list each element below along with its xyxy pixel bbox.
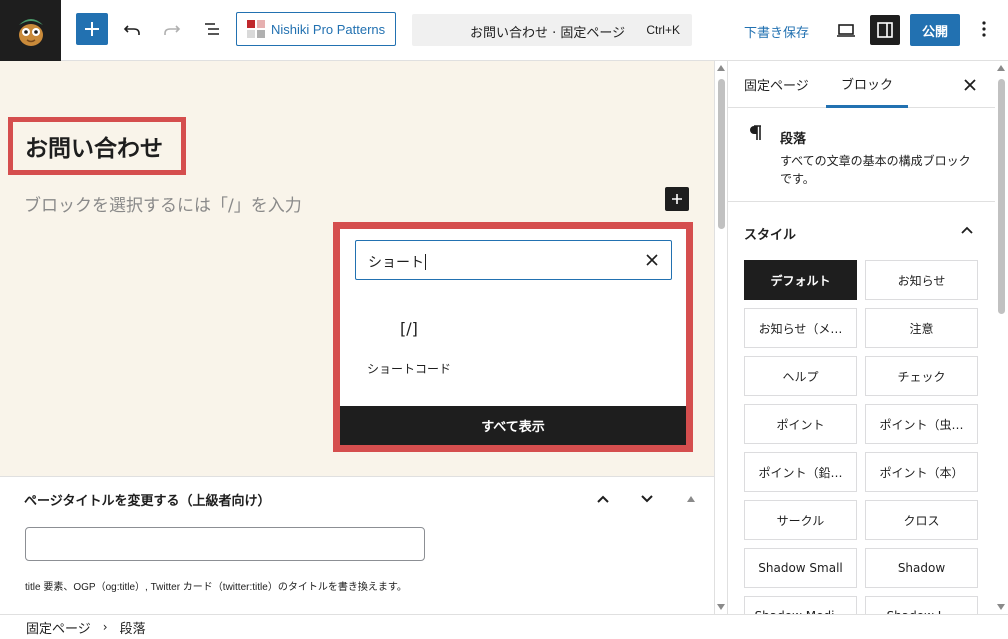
style-option[interactable]: サークル	[744, 500, 857, 540]
style-option[interactable]: ポイント（虫…	[865, 404, 978, 444]
sidebar-scrollbar[interactable]	[995, 61, 1008, 614]
scroll-up-arrow-icon[interactable]	[717, 65, 725, 71]
style-option[interactable]: ポイント	[744, 404, 857, 444]
patterns-logo-icon	[247, 20, 265, 38]
breadcrumb-separator-icon: ›	[102, 620, 108, 634]
style-option[interactable]: Shadow Medi…	[744, 596, 857, 614]
chevron-up-icon	[961, 226, 973, 234]
settings-sidebar: 固定ページ ブロック 段落 すべての文章の基本の構成ブロックです。 スタイル デ…	[727, 61, 995, 614]
plus-icon	[672, 194, 682, 204]
canvas-scrollbar[interactable]	[714, 61, 727, 614]
style-option[interactable]: Shadow L…	[865, 596, 978, 614]
site-logo[interactable]	[0, 0, 61, 61]
style-option[interactable]: ポイント（本）	[865, 452, 978, 492]
canvas-scrollbar-thumb[interactable]	[718, 79, 725, 229]
style-option[interactable]: ポイント（鉛…	[744, 452, 857, 492]
style-option[interactable]: ヘルプ	[744, 356, 857, 396]
redo-icon	[164, 25, 181, 35]
plus-icon	[85, 22, 99, 36]
paragraph-placeholder[interactable]: ブロックを選択するには「/」を入力	[24, 191, 302, 216]
patterns-button[interactable]: Nishiki Pro Patterns	[236, 12, 396, 46]
move-up-button[interactable]	[591, 487, 615, 511]
options-menu-button[interactable]	[970, 15, 998, 43]
editor-canvas[interactable]: お問い合わせ ブロックを選択するには「/」を入力 ショート [/] ショートコー…	[0, 61, 714, 476]
undo-button[interactable]	[118, 15, 146, 43]
patterns-button-label: Nishiki Pro Patterns	[271, 21, 386, 37]
paragraph-icon	[750, 125, 761, 140]
block-description: すべての文章の基本の構成ブロックです。	[780, 154, 971, 186]
scroll-down-arrow-icon[interactable]	[717, 604, 725, 610]
post-title[interactable]: お問い合わせ	[25, 129, 163, 163]
style-option[interactable]: Shadow Small	[744, 548, 857, 588]
metabox-title: ページタイトルを変更する（上級者向け）	[24, 494, 271, 509]
move-down-button[interactable]	[635, 487, 659, 511]
shortcode-icon: [/]	[400, 319, 418, 338]
style-option[interactable]: Shadow	[865, 548, 978, 588]
command-palette-button[interactable]: お問い合わせ · 固定ページ Ctrl+K	[412, 14, 692, 46]
block-result-shortcode[interactable]: [/] ショートコード	[355, 309, 465, 379]
chevron-up-icon	[597, 495, 609, 503]
style-option[interactable]: デフォルト	[744, 260, 857, 300]
block-result-label: ショートコード	[367, 362, 452, 376]
close-icon	[646, 254, 658, 266]
style-option[interactable]: お知らせ	[865, 260, 978, 300]
keyboard-shortcut-label: Ctrl+K	[646, 23, 680, 37]
triangle-up-icon	[687, 496, 695, 502]
block-breadcrumb: 固定ページ › 段落	[0, 614, 1008, 639]
publish-button[interactable]: 公開	[910, 14, 960, 46]
style-option[interactable]: クロス	[865, 500, 978, 540]
style-option[interactable]: 注意	[865, 308, 978, 348]
metabox-description: title 要素、OGP（og:title）, Twitter カード（twit…	[25, 582, 407, 593]
desktop-icon	[837, 24, 855, 37]
list-view-icon	[205, 23, 219, 35]
browse-all-button[interactable]: すべて表示	[340, 406, 686, 445]
tab-page[interactable]: 固定ページ	[744, 61, 809, 108]
chevron-down-icon	[641, 495, 653, 503]
redo-button[interactable]	[158, 15, 186, 43]
preview-button[interactable]	[832, 16, 860, 44]
page-title-metabox: ページタイトルを変更する（上級者向け） title 要素、OGP（og:titl…	[0, 476, 714, 614]
breadcrumb-item-page[interactable]: 固定ページ	[26, 618, 91, 637]
clear-search-button[interactable]	[643, 251, 661, 269]
breadcrumb-item-paragraph: 段落	[119, 621, 146, 637]
inline-block-inserter-button[interactable]	[665, 187, 689, 211]
close-sidebar-button[interactable]	[960, 75, 980, 95]
custom-title-input[interactable]	[25, 527, 425, 561]
vertical-ellipsis-icon	[982, 21, 986, 37]
styles-panel-toggle[interactable]	[957, 221, 977, 241]
styles-panel-title[interactable]: スタイル	[744, 224, 796, 243]
document-title-label: お問い合わせ · 固定ページ	[470, 26, 626, 41]
post-title-highlight[interactable]: お問い合わせ	[8, 117, 186, 175]
undo-icon	[123, 25, 140, 35]
scroll-down-arrow-icon[interactable]	[997, 604, 1005, 610]
sidebar-tabs: 固定ページ ブロック	[728, 61, 995, 108]
text-caret	[425, 254, 426, 270]
block-inserter-toggle-button[interactable]	[76, 13, 108, 45]
editor-top-toolbar: Nishiki Pro Patterns お問い合わせ · 固定ページ Ctrl…	[0, 0, 1008, 61]
document-overview-button[interactable]	[198, 15, 226, 43]
quick-inserter-popover: ショート [/] ショートコード すべて表示	[333, 222, 693, 452]
block-card: 段落 すべての文章の基本の構成ブロックです。	[728, 108, 995, 202]
close-icon	[964, 79, 976, 91]
save-draft-button[interactable]: 下書き保存	[744, 22, 809, 41]
settings-sidebar-toggle-button[interactable]	[870, 15, 900, 45]
style-option[interactable]: チェック	[865, 356, 978, 396]
scroll-up-arrow-icon[interactable]	[997, 65, 1005, 71]
block-name: 段落	[780, 132, 807, 147]
sidebar-scrollbar-thumb[interactable]	[998, 79, 1005, 314]
style-option[interactable]: お知らせ（メ…	[744, 308, 857, 348]
block-search-input[interactable]: ショート	[355, 240, 672, 280]
block-search-value: ショート	[368, 254, 426, 271]
tab-block[interactable]: ブロック	[826, 61, 908, 108]
collapse-metabox-button[interactable]	[679, 487, 703, 511]
sidebar-panel-icon	[877, 22, 893, 38]
mascot-icon	[18, 18, 43, 46]
